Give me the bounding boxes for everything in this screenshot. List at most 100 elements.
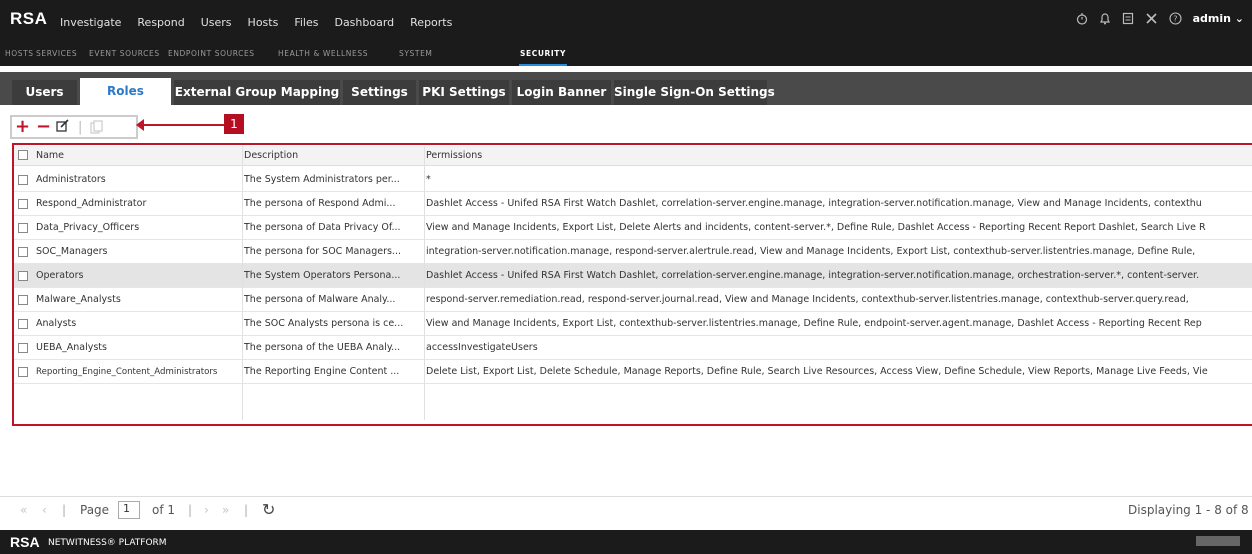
tab-single-sign-on-settings[interactable]: Single Sign-On Settings [614,80,775,105]
role-name: Respond_Administrator [36,198,147,209]
copy-icon[interactable] [90,120,103,138]
row-checkbox[interactable] [18,247,28,257]
user-menu-admin[interactable]: admin ⌄ [1193,12,1244,25]
row-checkbox[interactable] [18,271,28,281]
role-permissions: respond-server.remediation.read, respond… [426,294,1189,305]
row-checkbox[interactable] [18,295,28,305]
menu-dashboard[interactable]: Dashboard [334,16,394,29]
top-navigation-bar: RSA Investigate Respond Users Hosts File… [0,0,1252,46]
menu-hosts[interactable]: Hosts [248,16,279,29]
pager-divider: | [62,503,67,517]
role-description: The System Administrators per... [244,174,400,185]
table-row[interactable]: Analysts The SOC Analysts persona is ce.… [14,312,1252,336]
column-divider[interactable] [242,146,243,420]
tab-pki-settings[interactable]: PKI Settings [419,80,509,105]
role-permissions: accessInvestigateUsers [426,342,538,353]
role-name: Analysts [36,318,77,329]
role-name: Reporting_Engine_Content_Administrators [36,367,218,377]
top-icons: ? admin ⌄ [1076,12,1244,25]
subnav-health-wellness[interactable]: HEALTH & WELLNESS [278,49,368,58]
footer-platform-name: NETWITNESS® PLATFORM [48,538,167,548]
tools-icon[interactable] [1145,12,1158,25]
toolbar-divider: | [78,120,83,135]
callout-line [140,124,224,126]
menu-reports[interactable]: Reports [410,16,452,29]
role-name: SOC_Managers [36,246,108,257]
refresh-icon[interactable]: ↻ [262,500,275,519]
role-permissions: integration-server.notification.manage, … [426,246,1196,257]
role-description: The persona of Respond Admi... [244,198,396,209]
column-name-header[interactable]: Name [36,150,64,161]
column-divider[interactable] [424,146,425,420]
select-all-checkbox[interactable] [18,150,28,160]
subnav-endpoint-sources[interactable]: ENDPOINT SOURCES [168,49,255,58]
subnav-services[interactable]: SERVICES [36,49,77,58]
first-page-icon[interactable]: « [20,503,27,517]
row-checkbox[interactable] [18,223,28,233]
table-row[interactable]: Respond_Administrator The persona of Res… [14,192,1252,216]
tab-users[interactable]: Users [12,80,77,105]
row-checkbox[interactable] [18,319,28,329]
row-checkbox[interactable] [18,343,28,353]
footer-bar: RSA NETWITNESS® PLATFORM [0,530,1252,554]
row-checkbox[interactable] [18,199,28,209]
table-row[interactable]: Data_Privacy_Officers The persona of Dat… [14,216,1252,240]
page-number-input[interactable]: 1 [118,501,140,519]
admin-sub-navigation: HOSTS SERVICES EVENT SOURCES ENDPOINT SO… [0,46,1252,66]
callout-badge-1: 1 [224,114,244,134]
role-description: The persona of the UEBA Analy... [244,342,401,353]
roles-toolbar: + − | [10,115,138,139]
table-row-selected[interactable]: Operators The System Operators Persona..… [14,264,1252,288]
tab-login-banner[interactable]: Login Banner [512,80,611,105]
tab-external-group-mapping[interactable]: External Group Mapping [174,80,340,105]
role-description: The System Operators Persona... [244,270,401,281]
role-description: The persona of Malware Analy... [244,294,396,305]
subnav-hosts[interactable]: HOSTS [5,49,34,58]
add-icon[interactable]: + [15,116,30,137]
pager-divider: | [244,503,249,517]
table-row[interactable]: Malware_Analysts The persona of Malware … [14,288,1252,312]
notes-icon[interactable] [1122,12,1134,25]
menu-investigate[interactable]: Investigate [60,16,121,29]
remove-icon[interactable]: − [36,116,51,137]
menu-files[interactable]: Files [294,16,318,29]
role-name: UEBA_Analysts [36,342,107,353]
previous-page-icon[interactable]: ‹ [42,503,47,517]
version-badge [1196,536,1240,546]
role-permissions: Delete List, Export List, Delete Schedul… [426,366,1208,377]
role-description: The SOC Analysts persona is ce... [244,318,404,329]
active-subnav-indicator [519,64,567,66]
subnav-event-sources[interactable]: EVENT SOURCES [89,49,160,58]
role-description: The persona for SOC Managers... [244,246,401,257]
last-page-icon[interactable]: » [222,503,229,517]
role-name: Administrators [36,174,106,185]
timer-icon[interactable] [1076,12,1088,25]
svg-text:?: ? [1173,15,1177,24]
row-checkbox[interactable] [18,367,28,377]
main-menu: Investigate Respond Users Hosts Files Da… [60,16,468,29]
role-permissions: Dashlet Access - Unifed RSA First Watch … [426,198,1202,209]
role-name: Operators [36,270,84,281]
bell-icon[interactable] [1099,12,1111,25]
tab-settings[interactable]: Settings [343,80,416,105]
page-label: Page [80,503,110,517]
column-permissions-header[interactable]: Permissions [426,150,482,161]
table-row[interactable]: Administrators The System Administrators… [14,168,1252,192]
subnav-system[interactable]: SYSTEM [399,49,433,58]
role-description: The Reporting Engine Content ... [244,366,400,377]
table-row[interactable]: Reporting_Engine_Content_Administrators … [14,360,1252,384]
table-row[interactable]: SOC_Managers The persona for SOC Manager… [14,240,1252,264]
column-description-header[interactable]: Description [244,150,298,161]
row-checkbox[interactable] [18,175,28,185]
edit-icon[interactable] [56,119,70,137]
role-permissions: View and Manage Incidents, Export List, … [426,222,1206,233]
subnav-security[interactable]: SECURITY [520,49,566,58]
page-count-label: of 1 [152,503,176,517]
menu-respond[interactable]: Respond [137,16,184,29]
rsa-logo: RSA [10,9,48,28]
table-row[interactable]: UEBA_Analysts The persona of the UEBA An… [14,336,1252,360]
tab-roles[interactable]: Roles [80,78,171,105]
help-icon[interactable]: ? [1169,12,1182,25]
next-page-icon[interactable]: › [204,503,209,517]
menu-users[interactable]: Users [201,16,232,29]
